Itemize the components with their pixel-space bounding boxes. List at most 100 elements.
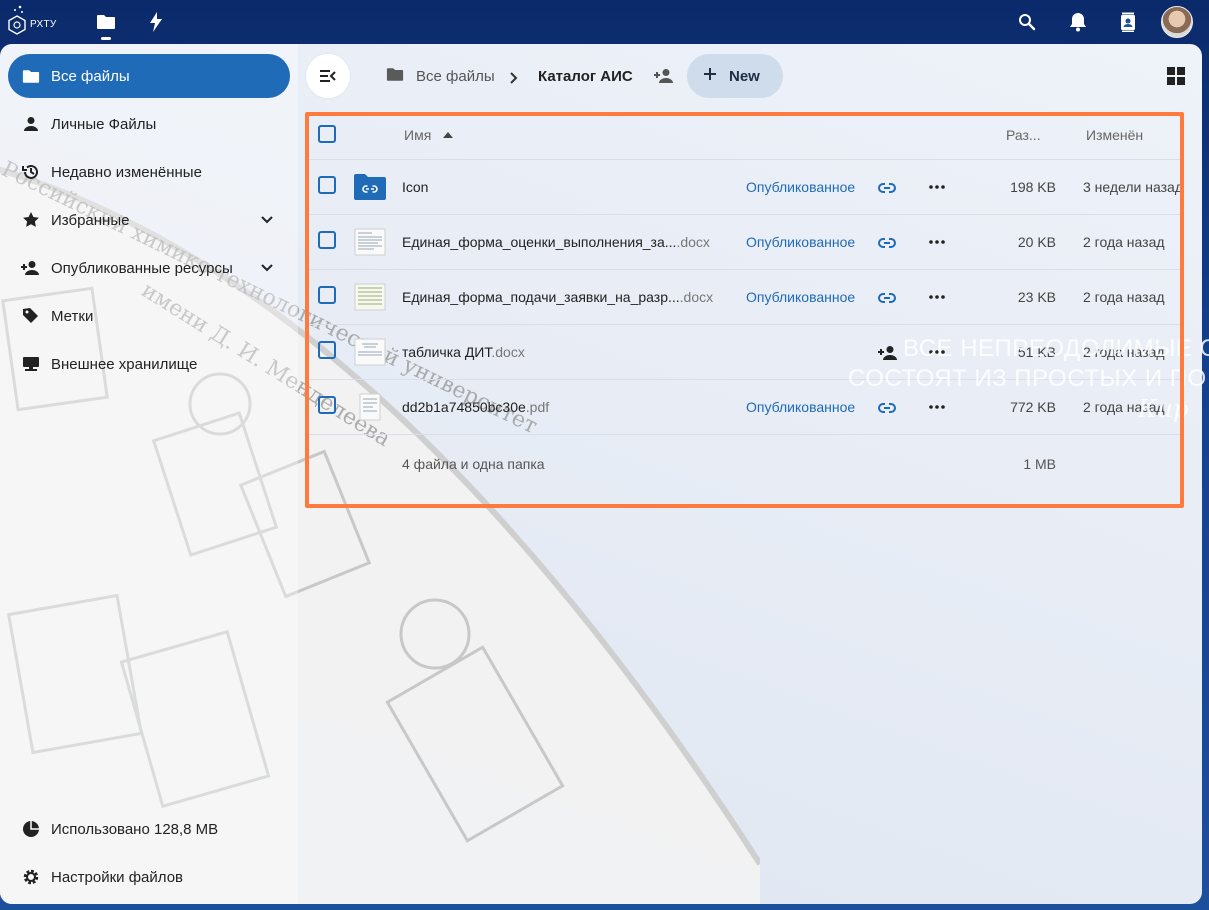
logo[interactable]: РХТУ <box>6 4 58 40</box>
more-actions-icon[interactable] <box>928 233 946 251</box>
more-actions-icon[interactable] <box>928 343 946 361</box>
bell-icon <box>1070 13 1086 32</box>
column-header-modified[interactable]: Изменён <box>1086 127 1143 143</box>
logo-text: РХТУ <box>30 19 57 30</box>
more-actions-icon[interactable] <box>928 398 946 416</box>
sidebar-item-label: Метки <box>51 307 94 325</box>
file-ext: .docx <box>679 289 714 305</box>
star-icon <box>21 210 41 230</box>
file-name[interactable]: Единая_форма_оценки_выполнения_за....doc… <box>402 234 710 250</box>
link-icon[interactable] <box>878 234 896 252</box>
sidebar-item-label: Недавно изменённые <box>51 163 202 181</box>
files-content: Все файлы Каталог АИС New Имя Раз... Изм… <box>298 44 1202 904</box>
sidebar-item-tags[interactable]: Метки <box>8 294 290 338</box>
table-footer: 4 файла и одна папка 1 MB <box>306 435 1184 491</box>
gear-icon <box>21 867 41 887</box>
file-size: 198 KB <box>1010 179 1056 195</box>
file-modified: 2 года назад <box>1083 399 1165 415</box>
document-thumbnail <box>354 283 386 311</box>
activity-app-button[interactable] <box>144 10 168 34</box>
row-checkbox[interactable] <box>318 341 336 359</box>
document-thumbnail <box>354 228 386 256</box>
files-app-button[interactable] <box>94 10 118 40</box>
file-name-text: Icon <box>402 179 429 195</box>
shared-label[interactable]: Опубликованное <box>746 179 855 195</box>
column-header-name[interactable]: Имя <box>404 127 454 143</box>
file-ext: .pdf <box>525 399 550 415</box>
table-row[interactable]: Icon Опубликованное 198 KB 3 недели наза… <box>306 160 1184 215</box>
avatar[interactable] <box>1161 6 1193 38</box>
contacts-icon <box>1121 12 1135 32</box>
menu-collapse-icon <box>320 70 336 82</box>
link-icon[interactable] <box>878 289 896 307</box>
file-modified: 2 года назад <box>1083 234 1165 250</box>
table-row[interactable]: Единая_форма_подачи_заявки_на_разр....do… <box>306 270 1184 325</box>
sidebar-item-label: Опубликованные ресурсы <box>51 259 233 277</box>
more-actions-icon[interactable] <box>928 178 946 196</box>
logo-mark-icon <box>8 5 26 35</box>
link-icon[interactable] <box>878 399 896 417</box>
sidebar-item-label: Личные Файлы <box>51 115 157 133</box>
grid-view-icon[interactable] <box>1166 66 1186 86</box>
sort-ascending-icon <box>443 132 454 138</box>
sidebar-item-label: Избранные <box>51 211 130 229</box>
sidebar-item-personal-files[interactable]: Личные Файлы <box>8 102 290 146</box>
file-name[interactable]: dd2b1a74850bc30e.pdf <box>402 399 549 415</box>
file-name[interactable]: табличка ДИТ.docx <box>402 344 525 360</box>
shared-label[interactable]: Опубликованное <box>746 399 855 415</box>
column-header-size[interactable]: Раз... <box>1006 127 1041 143</box>
search-icon <box>1019 14 1036 31</box>
file-name[interactable]: Единая_форма_подачи_заявки_на_разр....do… <box>402 289 713 305</box>
new-button[interactable]: New <box>687 54 783 98</box>
select-all-checkbox[interactable] <box>318 125 336 143</box>
shared-label[interactable]: Опубликованное <box>746 234 855 250</box>
toggle-navigation-button[interactable] <box>306 54 350 98</box>
sidebar-item-all-files[interactable]: Все файлы <box>8 54 290 98</box>
row-checkbox[interactable] <box>318 286 336 304</box>
pie-chart-icon <box>21 819 41 839</box>
table-header: Имя Раз... Изменён <box>306 112 1184 160</box>
sidebar-item-label: Все файлы <box>51 67 130 85</box>
row-checkbox[interactable] <box>318 176 336 194</box>
sidebar-files-settings[interactable]: Настройки файлов <box>8 855 290 899</box>
chevron-right-icon <box>510 72 518 84</box>
share-user-icon[interactable] <box>878 343 898 363</box>
contacts-button[interactable] <box>1116 10 1140 34</box>
sidebar-item-favorites[interactable]: Избранные <box>8 198 290 242</box>
file-name[interactable]: Icon <box>402 179 428 195</box>
search-button[interactable] <box>1015 10 1039 34</box>
file-name-text: Единая_форма_оценки_выполнения_за... <box>402 234 677 250</box>
shared-folder-icon <box>354 174 386 200</box>
breadcrumb-root[interactable]: Все файлы <box>386 66 495 86</box>
share-user-icon[interactable] <box>654 66 674 86</box>
notifications-button[interactable] <box>1066 10 1090 34</box>
total-size: 1 MB <box>1023 456 1056 472</box>
breadcrumb-current[interactable]: Каталог АИС <box>538 66 633 86</box>
sidebar-item-recent[interactable]: Недавно изменённые <box>8 150 290 194</box>
file-ext: .docx <box>491 344 525 360</box>
row-checkbox[interactable] <box>318 231 336 249</box>
shared-label[interactable]: Опубликованное <box>746 289 855 305</box>
sidebar-item-external-storage[interactable]: Внешнее хранилище <box>8 342 290 386</box>
top-header: РХТУ <box>0 0 1209 44</box>
chevron-down-icon[interactable] <box>258 259 276 277</box>
sidebar-quota[interactable]: Использовано 128,8 MB <box>8 807 290 851</box>
table-row[interactable]: табличка ДИТ.docx 51 KB 2 года назад <box>306 325 1184 380</box>
file-size: 20 KB <box>1017 234 1056 250</box>
pdf-thumbnail <box>359 393 381 421</box>
file-name-text: табличка ДИТ <box>402 344 492 360</box>
table-row[interactable]: dd2b1a74850bc30e.pdf Опубликованное 772 … <box>306 380 1184 435</box>
file-list-table: Имя Раз... Изменён Icon Опубликованное 1… <box>306 112 1184 491</box>
chevron-down-icon[interactable] <box>258 211 276 229</box>
more-actions-icon[interactable] <box>928 288 946 306</box>
link-icon[interactable] <box>878 179 896 197</box>
share-user-icon <box>21 258 41 278</box>
folder-icon <box>386 67 404 86</box>
table-row[interactable]: Единая_форма_оценки_выполнения_за....doc… <box>306 215 1184 270</box>
history-icon <box>21 162 41 182</box>
file-modified: 2 года назад <box>1083 344 1165 360</box>
settings-label: Настройки файлов <box>51 868 184 886</box>
row-checkbox[interactable] <box>318 396 336 414</box>
sidebar-item-label: Внешнее хранилище <box>51 355 198 373</box>
sidebar-item-shares[interactable]: Опубликованные ресурсы <box>8 246 290 290</box>
